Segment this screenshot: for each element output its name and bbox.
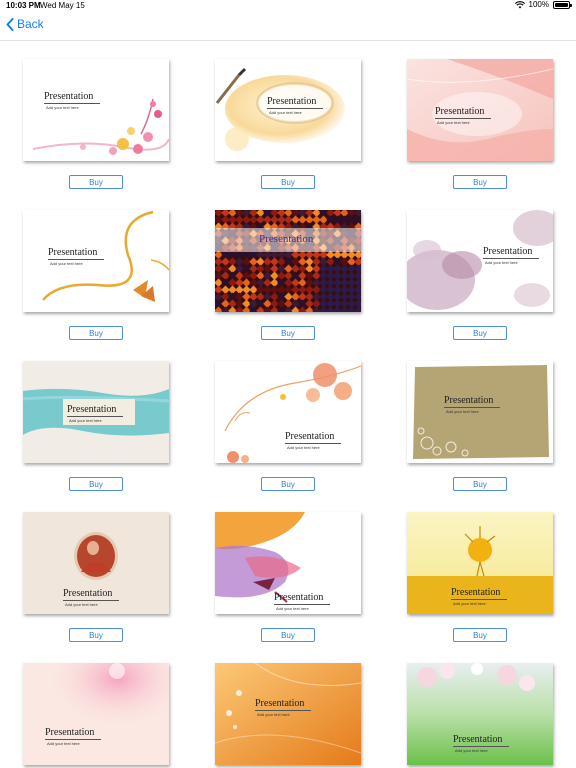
buy-button[interactable]: Buy: [69, 477, 123, 491]
template-subtitle: Add your text here: [47, 741, 80, 746]
template-thumbnail[interactable]: Presentation Add your text here: [23, 663, 169, 765]
title-underline: [267, 108, 323, 109]
battery-percent: 100%: [528, 0, 549, 9]
title-underline: [44, 103, 100, 104]
template-thumbnail[interactable]: Presentation Add your text here: [23, 361, 169, 463]
buy-button[interactable]: Buy: [69, 175, 123, 189]
title-underline: [483, 258, 539, 259]
buy-button[interactable]: Buy: [261, 628, 315, 642]
navigation-bar: Back: [0, 12, 576, 41]
back-button[interactable]: Back: [6, 17, 44, 31]
buy-button[interactable]: Buy: [261, 326, 315, 340]
status-time: 10:03 PM: [6, 1, 41, 10]
buy-button[interactable]: Buy: [261, 477, 315, 491]
template-subtitle: Add your text here: [276, 606, 309, 611]
template-thumbnail[interactable]: Presentation Add your text here: [215, 59, 361, 161]
status-bar: 10:03 PM Wed May 15 100%: [0, 0, 576, 12]
template-subtitle: Add your text here: [287, 445, 320, 450]
buy-button[interactable]: Buy: [261, 175, 315, 189]
template-thumbnail[interactable]: Presentation Add your text here: [215, 663, 361, 765]
template-thumbnail[interactable]: Presentation Add your text here: [23, 210, 169, 312]
template-thumbnail[interactable]: Presentation Add your text here: [407, 512, 553, 614]
template-subtitle: Add your text here: [269, 110, 302, 115]
status-date: Wed May 15: [40, 1, 85, 10]
template-title: Presentation: [48, 247, 98, 258]
title-underline: [67, 416, 123, 417]
template-thumbnail[interactable]: Presentation Add your text here: [215, 512, 361, 614]
title-underline: [435, 118, 491, 119]
back-label: Back: [17, 17, 44, 31]
template-subtitle: Add your text here: [69, 418, 102, 423]
template-thumbnail[interactable]: Presentation Add your text here: [407, 210, 553, 312]
battery-icon: [553, 0, 572, 9]
template-thumbnail[interactable]: Presentation Add your text here: [407, 361, 553, 463]
buy-button[interactable]: Buy: [453, 175, 507, 189]
chevron-left-icon: [6, 17, 14, 31]
title-underline: [453, 746, 509, 747]
template-title: Presentation: [451, 587, 501, 598]
title-underline: [255, 710, 311, 711]
title-underline: [63, 600, 119, 601]
title-underline: [451, 599, 507, 600]
template-title: Presentation: [483, 246, 533, 257]
template-subtitle: Add your text here: [437, 120, 470, 125]
template-title: Presentation: [444, 395, 494, 406]
template-thumbnail[interactable]: Presentation Add your text here: [215, 361, 361, 463]
template-thumbnail[interactable]: Presentation Add your text here: [23, 59, 169, 161]
template-title: Presentation: [45, 727, 95, 738]
template-subtitle: Add your text here: [257, 712, 290, 717]
template-title: Presentation: [259, 233, 314, 245]
title-underline: [274, 604, 330, 605]
status-right: 100%: [514, 0, 572, 9]
template-thumbnail[interactable]: Presentation Add your text here: [407, 663, 553, 765]
buy-button[interactable]: Buy: [69, 628, 123, 642]
buy-button[interactable]: Buy: [453, 477, 507, 491]
template-subtitle: Add your text here: [446, 409, 479, 414]
template-title: Presentation: [285, 431, 335, 442]
template-title: Presentation: [267, 96, 317, 107]
title-underline: [48, 259, 104, 260]
buy-button[interactable]: Buy: [69, 326, 123, 340]
template-thumbnail[interactable]: Presentation Add your text here: [407, 59, 553, 161]
template-title: Presentation: [44, 91, 94, 102]
buy-button[interactable]: Buy: [453, 326, 507, 340]
template-subtitle: Add your text here: [50, 261, 83, 266]
template-title: Presentation: [67, 404, 117, 415]
template-title: Presentation: [63, 588, 113, 599]
template-title: Presentation: [274, 592, 324, 603]
template-title: Presentation: [255, 698, 305, 709]
title-underline: [45, 739, 101, 740]
title-underline: [444, 407, 500, 408]
template-title: Presentation: [453, 734, 503, 745]
title-underline: [285, 443, 341, 444]
template-subtitle: Add your text here: [65, 602, 98, 607]
buy-button[interactable]: Buy: [453, 628, 507, 642]
wifi-icon: [514, 0, 525, 8]
template-thumbnail[interactable]: Presentation: [215, 210, 361, 312]
template-subtitle: Add your text here: [455, 748, 488, 753]
template-subtitle: Add your text here: [485, 260, 518, 265]
template-subtitle: Add your text here: [453, 601, 486, 606]
template-subtitle: Add your text here: [46, 105, 79, 110]
template-title: Presentation: [435, 106, 485, 117]
template-thumbnail[interactable]: Presentation Add your text here: [23, 512, 169, 614]
